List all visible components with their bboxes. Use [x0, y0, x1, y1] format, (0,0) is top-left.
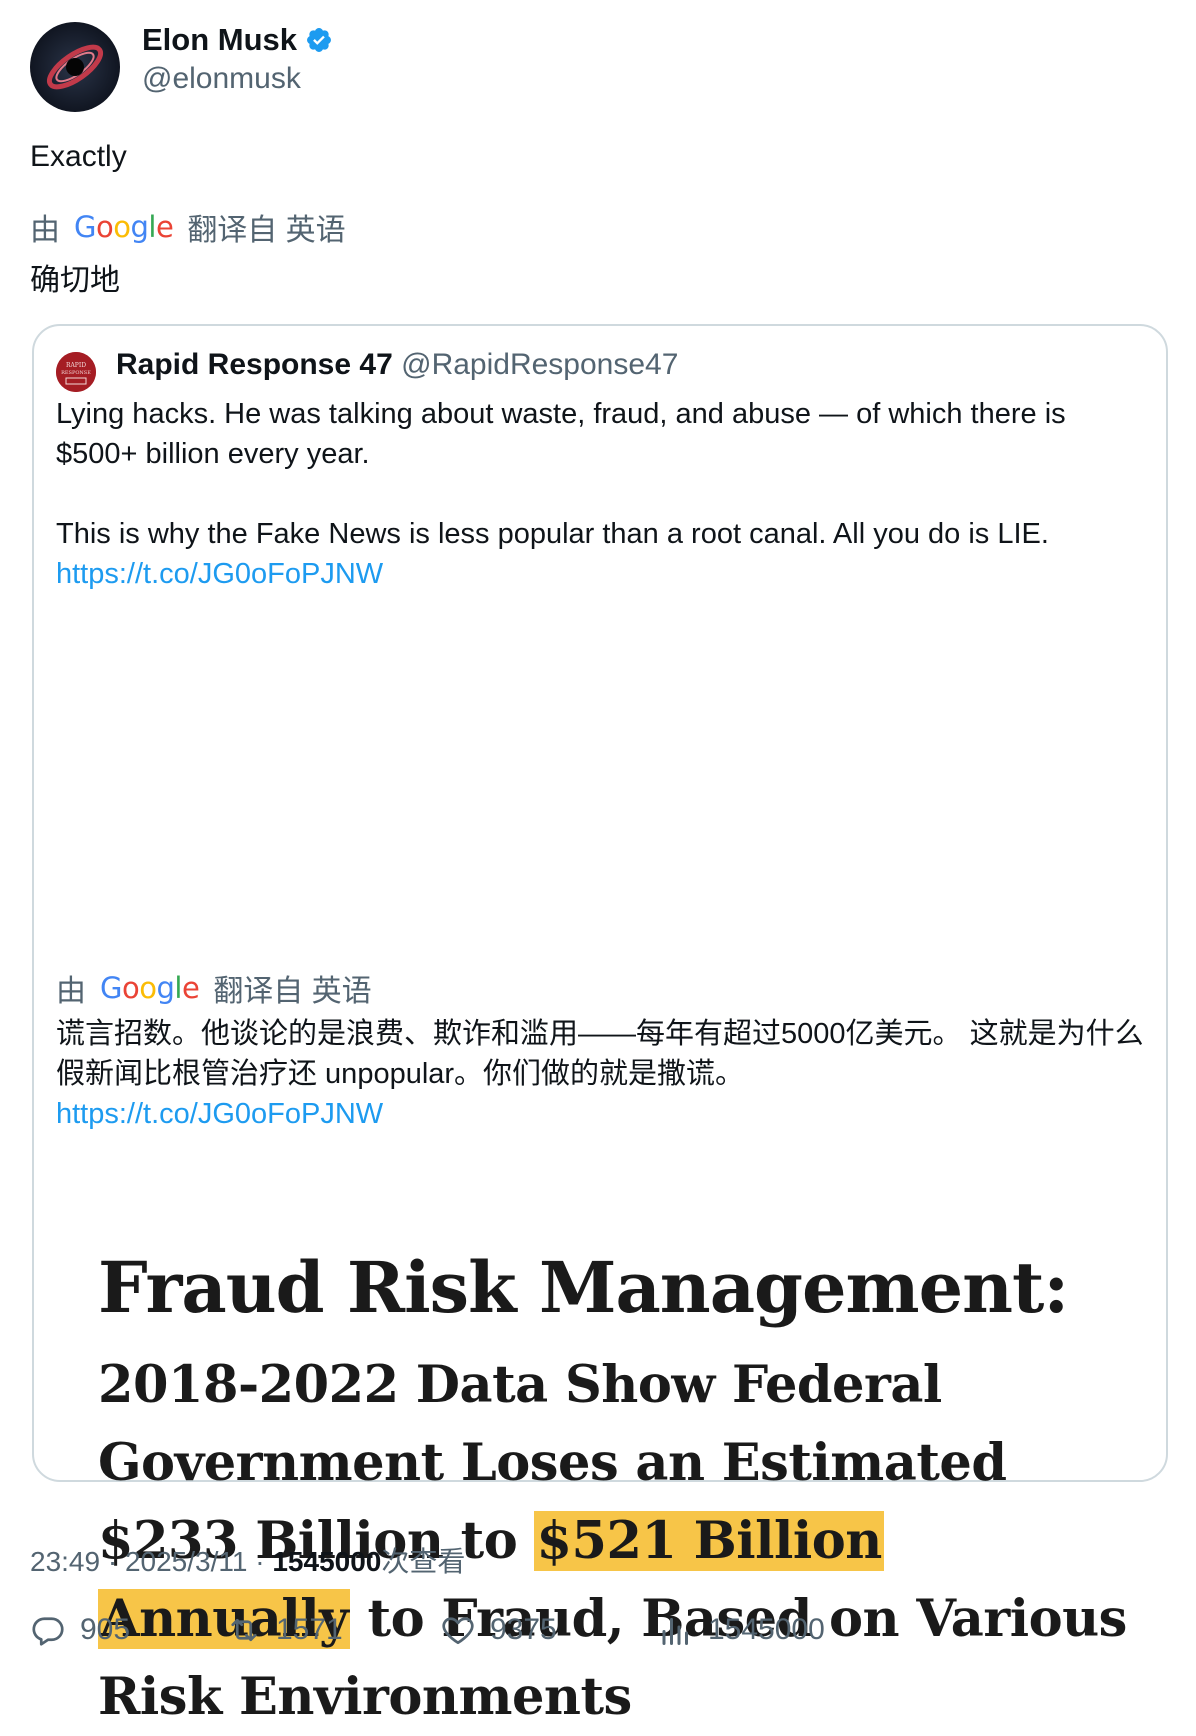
quoted-text-paragraph-1: Lying hacks. He was talking about waste,…	[56, 398, 1066, 470]
quoted-author-avatar[interactable]: RAPID RESPONSE	[56, 352, 96, 392]
quoted-translation-suffix: 翻译自 英语	[213, 975, 372, 1008]
tweet: Elon Musk @elonmusk Exactly 由 Google 翻译自…	[0, 0, 1196, 1727]
views-count: 1545000	[708, 1613, 825, 1646]
quoted-text-line2: This is why the Fake News is less popula…	[56, 518, 1049, 550]
reply-count: 905	[80, 1613, 131, 1646]
verified-badge-icon	[307, 28, 331, 52]
like-count: 9375	[490, 1613, 557, 1646]
google-logo-icon: Google	[74, 210, 174, 244]
author-avatar[interactable]	[30, 22, 120, 112]
tweet-text: Exactly	[30, 140, 127, 173]
retweet-button[interactable]: 1571	[226, 1612, 343, 1648]
translation-attribution[interactable]: 由 Google 翻译自 英语	[30, 205, 346, 249]
like-button[interactable]: 9375	[440, 1612, 557, 1648]
quoted-author-name[interactable]: Rapid Response 47	[116, 348, 393, 381]
meta-separator-2: ·	[247, 1546, 273, 1577]
media-headline: Fraud Risk Management:	[98, 1246, 1069, 1329]
quoted-translated-text: 谎言招数。他谈论的是浪费、欺诈和滥用——每年有超过5000亿美元。 这就是为什么…	[56, 1014, 1146, 1134]
quoted-translation-prefix: 由	[56, 975, 86, 1008]
quoted-author-handle[interactable]: @RapidResponse47	[401, 348, 678, 381]
quoted-translation-attribution[interactable]: 由 Google 翻译自 英语	[56, 966, 372, 1010]
quoted-tweet-card[interactable]: RAPID RESPONSE Rapid Response 47 @RapidR…	[32, 324, 1168, 1727]
quoted-tweet-text: Lying hacks. He was talking about waste,…	[56, 394, 1136, 594]
quoted-translated-paragraph: 谎言招数。他谈论的是浪费、欺诈和滥用——每年有超过5000亿美元。 这就是为什么…	[56, 1018, 1144, 1090]
retweet-count: 1571	[276, 1613, 343, 1646]
translated-text: 确切地	[30, 264, 120, 297]
reply-button[interactable]: 905	[30, 1612, 130, 1648]
quoted-translated-link[interactable]: https://t.co/JG0oFoPJNW	[56, 1094, 1146, 1134]
google-logo-icon: Google	[100, 971, 200, 1005]
media-highlight-amount: $521 Billion	[534, 1511, 884, 1571]
translation-prefix: 由	[30, 214, 60, 247]
meta-separator-1: ·	[100, 1546, 125, 1577]
author-name-row: Elon Musk	[142, 22, 333, 58]
analytics-icon	[662, 1618, 688, 1645]
reply-icon	[32, 1617, 64, 1646]
translation-suffix: 翻译自 英语	[187, 214, 346, 247]
quoted-tweet-link[interactable]: https://t.co/JG0oFoPJNW	[56, 558, 383, 590]
svg-text:RESPONSE: RESPONSE	[61, 370, 91, 376]
view-label: 次查看	[381, 1546, 466, 1577]
quoted-author-row: Rapid Response 47 @RapidResponse47	[116, 348, 678, 382]
svg-text:RAPID: RAPID	[66, 362, 86, 369]
tweet-time[interactable]: 23:49	[30, 1546, 100, 1577]
engagement-bar: 905 1571 9375 1545000	[30, 1612, 1170, 1656]
tweet-metadata: 23:49 · 2025/3/11 · 1545000次查看	[30, 1540, 465, 1580]
tweet-date[interactable]: 2025/3/11	[125, 1546, 248, 1577]
view-count: 1545000	[272, 1546, 382, 1577]
heart-icon	[442, 1617, 474, 1645]
retweet-icon	[231, 1618, 257, 1642]
author-handle[interactable]: @elonmusk	[142, 62, 301, 96]
quoted-text-paragraph-2: This is why the Fake News is less popula…	[56, 514, 1136, 594]
author-display-name[interactable]: Elon Musk	[142, 22, 297, 58]
views-button[interactable]: 1545000	[658, 1612, 825, 1648]
